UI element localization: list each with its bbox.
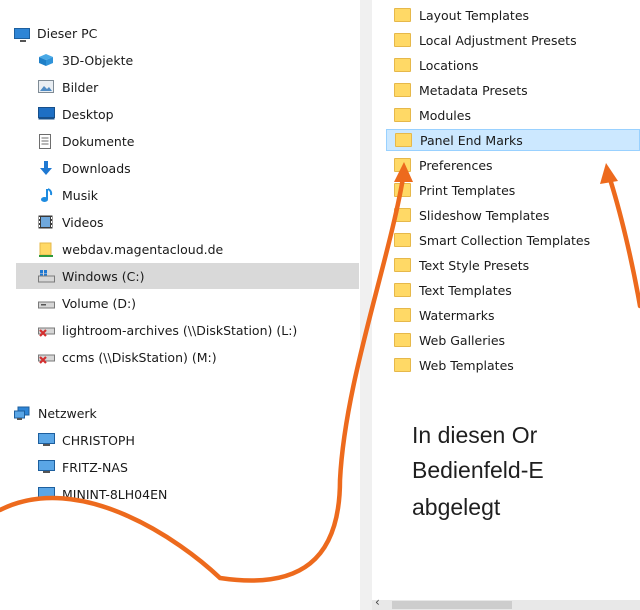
annotation-arrowhead-left	[394, 162, 413, 182]
annotation-arrow-left	[0, 169, 407, 583]
annotation-arrow-right	[606, 173, 640, 309]
annotation-arrowhead-right	[600, 163, 618, 184]
annotation-arrows	[0, 162, 640, 583]
